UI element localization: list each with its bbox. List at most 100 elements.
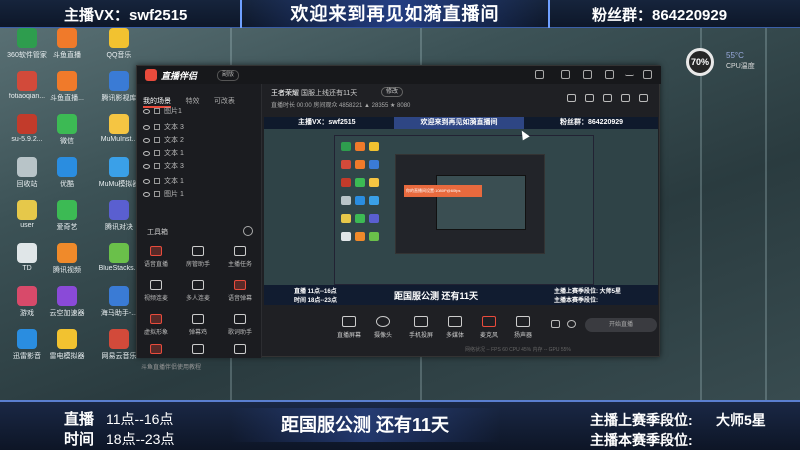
tool-more[interactable] — [223, 344, 257, 354]
source-label: 图片1 — [164, 108, 182, 115]
app-icon — [109, 71, 129, 91]
app-icon — [109, 329, 129, 349]
layout-icon[interactable] — [567, 94, 576, 102]
desktop-icon[interactable]: 爱奇艺 — [44, 200, 90, 232]
desktop-icon[interactable]: 优酷 — [44, 157, 90, 189]
tab-editable[interactable]: 可改表 — [214, 96, 235, 106]
tool-video-link[interactable]: 视频连麦 — [139, 280, 173, 302]
minimize-button[interactable] — [625, 70, 634, 76]
settings-icon[interactable] — [567, 320, 576, 328]
close-button[interactable] — [643, 70, 652, 79]
record-video-icon[interactable] — [551, 320, 560, 328]
eye-icon[interactable] — [143, 178, 150, 184]
eye-icon[interactable] — [143, 150, 150, 156]
desktop-icon[interactable]: 微信 — [44, 114, 90, 146]
phone-cast-button[interactable]: 手机投屏 — [403, 316, 439, 339]
edit-title-button[interactable]: 修改 — [381, 87, 404, 97]
desktop-icon[interactable]: 雷电模拟器 — [44, 329, 90, 361]
tool-voice-live[interactable]: 语音直播 — [139, 246, 173, 268]
source-row[interactable]: 文本 1 — [143, 176, 253, 186]
menu-icon[interactable] — [605, 70, 614, 79]
tool-avatar[interactable]: 虚拟形象 — [139, 314, 173, 336]
lock-icon[interactable] — [154, 124, 160, 131]
camera-button[interactable]: 摄像头 — [365, 316, 401, 339]
source-row[interactable]: 图片 1 — [143, 189, 253, 199]
lock-icon[interactable] — [154, 108, 160, 115]
microphone-icon — [482, 316, 496, 327]
tool-lyrics[interactable]: 歌词助手 — [223, 314, 257, 336]
fullscreen-icon[interactable] — [621, 94, 630, 102]
desktop-icon[interactable]: 斗鱼直播 — [44, 28, 90, 60]
desktop-icon-label: 爱奇艺 — [56, 224, 78, 231]
share-icon[interactable] — [639, 94, 648, 102]
source-row[interactable]: 图片1 — [143, 106, 253, 116]
eye-icon[interactable] — [143, 108, 150, 114]
desktop-icon[interactable]: QQ音乐 — [96, 28, 142, 60]
cpu-percent: 70% — [686, 48, 714, 76]
tool-room-admin[interactable]: 房管助手 — [181, 246, 215, 268]
start-live-button[interactable]: 开始直播 — [585, 318, 657, 332]
tool-label: 房管助手 — [185, 262, 210, 268]
eye-icon[interactable] — [143, 191, 150, 197]
eye-icon[interactable] — [143, 163, 150, 169]
record-icon[interactable] — [603, 94, 612, 102]
app-icon — [17, 28, 37, 48]
tool-rules[interactable] — [181, 344, 215, 354]
cpu-widget[interactable]: 70% 55°C CPU温度 — [686, 48, 786, 76]
microphone-button[interactable]: 麦克风 — [471, 316, 507, 339]
desktop-icon[interactable]: 腾讯视频 — [44, 243, 90, 275]
message-icon[interactable] — [561, 70, 570, 79]
more-tools-icon[interactable] — [243, 226, 253, 236]
stream-preview[interactable]: 主播VX：swf2515 欢迎来到再见如漪直播间 粉丝群：864220929 你… — [264, 117, 658, 305]
app-titlebar[interactable]: 直播伴侣 副版 — [137, 66, 661, 84]
source-row[interactable]: 文本 3 — [143, 161, 253, 171]
theme-icon[interactable] — [535, 70, 544, 79]
control-label: 扬声器 — [513, 333, 532, 339]
tool-tasks[interactable]: 主播任务 — [223, 246, 257, 268]
video-icon — [150, 280, 162, 290]
source-label: 文本 3 — [164, 163, 184, 170]
lock-icon[interactable] — [154, 150, 160, 157]
preview-title: 欢迎来到再见如漪直播间 — [394, 117, 524, 129]
download-icon — [192, 280, 204, 290]
screen-share-button[interactable]: 直播屏幕 — [331, 316, 367, 339]
lock-icon[interactable] — [154, 137, 160, 144]
tool-voice-danmaku[interactable]: 语音弹幕 — [223, 280, 257, 302]
app-icon — [17, 243, 37, 263]
lock-icon[interactable] — [154, 191, 160, 198]
desktop-icon-label: 云空加速器 — [49, 310, 85, 317]
avatar-icon — [150, 314, 162, 324]
time-label: 时间 — [64, 431, 95, 448]
eye-icon[interactable] — [143, 124, 150, 130]
app-icon — [57, 329, 77, 349]
preview-mini-icon — [341, 214, 351, 223]
eye-icon[interactable] — [143, 137, 150, 143]
tutorial-link[interactable]: 斗鱼直播伴侣使用教程 — [141, 362, 201, 371]
lock-icon[interactable] — [154, 163, 160, 170]
settings-icon[interactable] — [583, 70, 592, 79]
tab-effects[interactable]: 特效 — [185, 96, 199, 106]
app-version-badge: 副版 — [217, 70, 240, 81]
desktop-icon[interactable]: 云空加速器 — [44, 286, 90, 318]
source-row[interactable]: 文本 2 — [143, 135, 253, 145]
desktop-icon-label: 微信 — [60, 138, 74, 145]
control-label: 摄像头 — [373, 333, 392, 339]
desktop-icon[interactable]: 斗鱼直播... — [44, 71, 90, 103]
preview-fan-group: 粉丝群：864220929 — [560, 119, 624, 126]
lock-icon[interactable] — [154, 178, 160, 185]
preview-time-hours: 时间 18点--23点 — [294, 298, 338, 304]
source-row[interactable]: 文本 3 — [143, 122, 253, 132]
speaker-button[interactable]: 扬声器 — [505, 316, 541, 339]
lock-icon[interactable] — [585, 94, 594, 102]
tool-pk[interactable] — [139, 344, 173, 354]
desktop-background: 360软件管家 斗鱼直播 QQ音乐 fotiaoqian... 斗鱼直播... 腾讯影视库… — [0, 0, 800, 450]
preview-mini-icon — [341, 160, 351, 169]
preview-host-vx: 主播VX：swf2515 — [298, 119, 356, 126]
tool-label: 语音弹幕 — [227, 296, 252, 302]
source-row[interactable]: 文本 1 — [143, 148, 253, 158]
multimedia-button[interactable]: 多媒体 — [437, 316, 473, 339]
preview-countdown: 距国服公测 还有11天 — [394, 291, 479, 301]
live-companion-window[interactable]: 直播伴侣 副版 我的场景 特效 可改表 图片1 文本 3 文本 2 文本 1 文… — [136, 65, 661, 371]
tool-danmaku-bot[interactable]: 弹幕鸡 — [181, 314, 215, 336]
tool-multi-link[interactable]: 多人连麦 — [181, 280, 215, 302]
